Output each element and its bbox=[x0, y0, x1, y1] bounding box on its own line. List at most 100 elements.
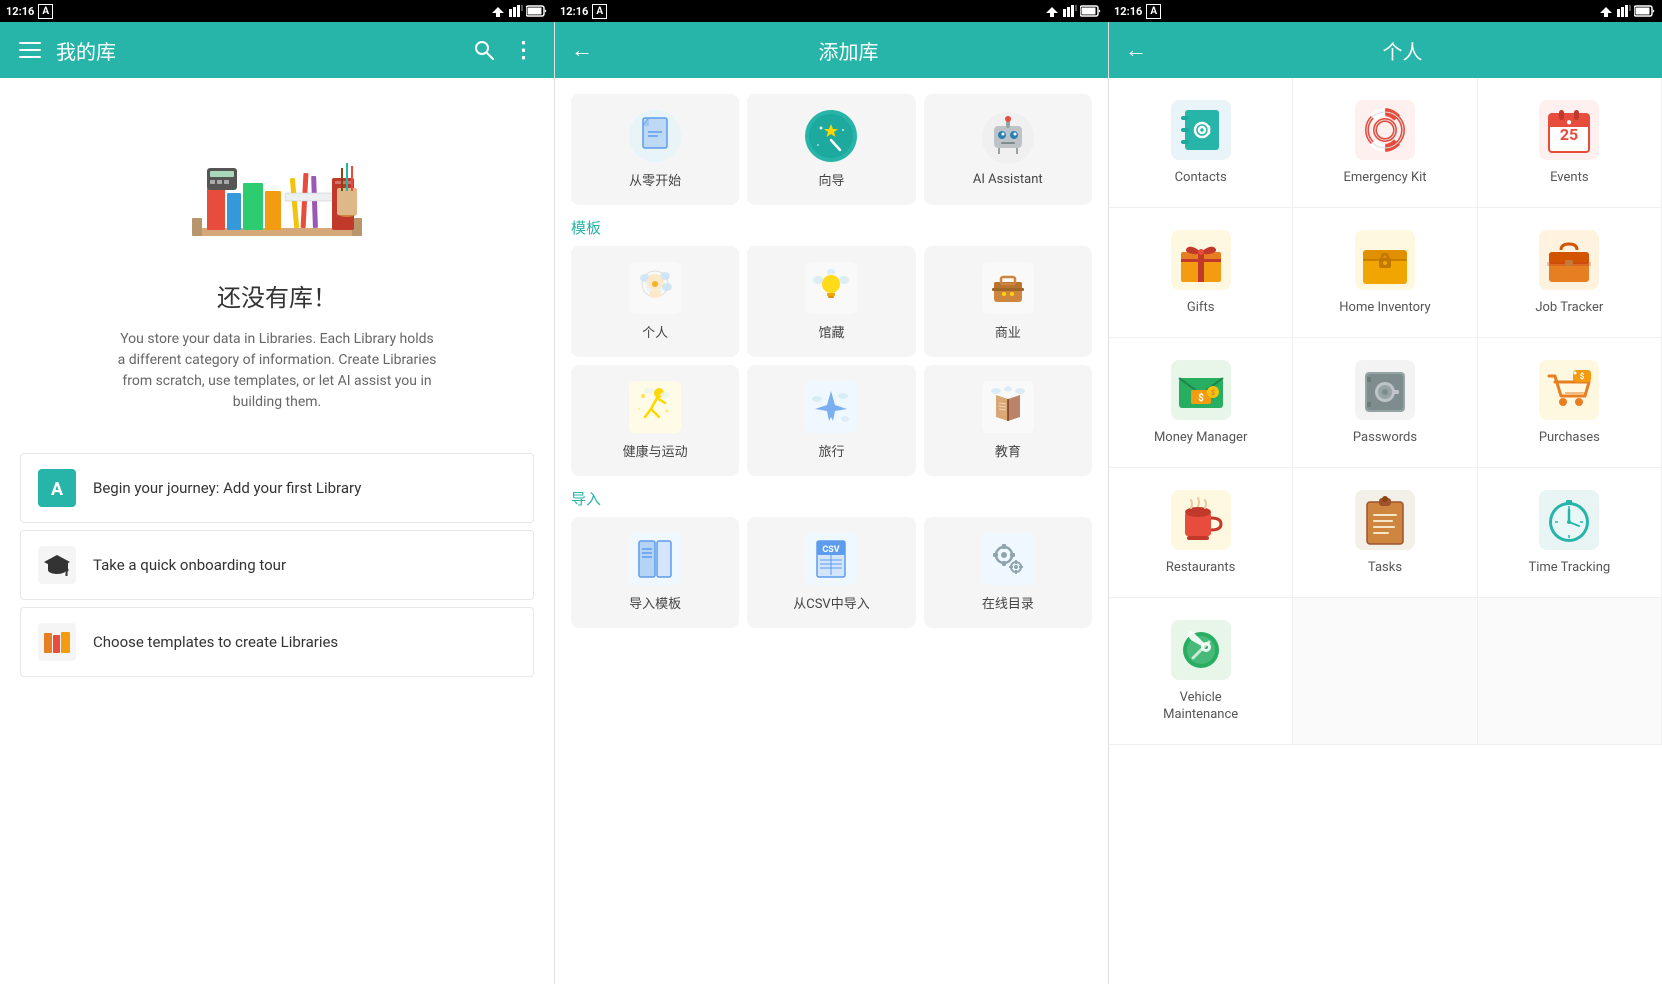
passwords-label: Passwords bbox=[1353, 430, 1417, 447]
travel-icon bbox=[805, 381, 857, 433]
import-row: 导入模板 CSV bbox=[571, 517, 1092, 628]
passwords-icon bbox=[1353, 358, 1417, 422]
job-tracker-icon bbox=[1537, 228, 1601, 292]
restaurants-template[interactable]: Restaurants bbox=[1109, 468, 1293, 598]
gifts-label: Gifts bbox=[1187, 300, 1215, 317]
ai-icon bbox=[982, 112, 1034, 164]
template-row-2: 健康与运动 旅行 bbox=[571, 365, 1092, 476]
contacts-icon bbox=[1169, 98, 1233, 162]
health-icon bbox=[629, 381, 681, 433]
onboarding-tour-action[interactable]: Take a quick onboarding tour bbox=[20, 530, 534, 600]
personal-templates-panel: ← 个人 bbox=[1108, 22, 1662, 984]
collection-template-card[interactable]: 馆藏 bbox=[747, 246, 915, 357]
wizard-icon bbox=[805, 110, 857, 162]
top-cards: 从零开始 bbox=[571, 94, 1092, 205]
panel1-title: 我的库 bbox=[56, 36, 458, 65]
panel1-body: 还没有库！ You store your data in Libraries. … bbox=[0, 78, 554, 984]
back-button-panel2[interactable]: ← bbox=[571, 37, 593, 63]
panel3-title: 个人 bbox=[1159, 36, 1646, 65]
emergency-template[interactable]: Emergency Kit bbox=[1293, 78, 1477, 208]
emergency-label: Emergency Kit bbox=[1343, 170, 1426, 187]
csv-import-card[interactable]: CSV 从CSV中导入 bbox=[747, 517, 915, 628]
graduation-icon bbox=[37, 545, 77, 585]
home-inventory-template[interactable]: Home Inventory bbox=[1293, 208, 1477, 338]
education-template-card[interactable]: 教育 bbox=[924, 365, 1092, 476]
svg-text:A: A bbox=[51, 479, 64, 500]
purchases-template[interactable]: $ Purchases bbox=[1478, 338, 1662, 468]
personal-label: 个人 bbox=[642, 322, 668, 341]
template-grid: Contacts bbox=[1109, 78, 1662, 745]
time-2: 12:16 bbox=[560, 5, 588, 18]
csv-label: 从CSV中导入 bbox=[793, 593, 869, 612]
emergency-icon bbox=[1353, 98, 1417, 162]
time-3: 12:16 bbox=[1114, 5, 1142, 18]
ai-assistant-card[interactable]: AI Assistant bbox=[924, 94, 1092, 205]
gifts-template[interactable]: Gifts bbox=[1109, 208, 1293, 338]
empty-illustration bbox=[167, 128, 387, 258]
svg-text:$: $ bbox=[1211, 389, 1215, 397]
collection-label: 馆藏 bbox=[818, 322, 844, 341]
vehicle-maintenance-label: Vehicle Maintenance bbox=[1163, 690, 1238, 724]
search-icon[interactable] bbox=[470, 36, 498, 64]
business-icon bbox=[982, 262, 1034, 314]
from-scratch-card[interactable]: 从零开始 bbox=[571, 94, 739, 205]
online-catalog-card[interactable]: 在线目录 bbox=[924, 517, 1092, 628]
passwords-template[interactable]: Passwords bbox=[1293, 338, 1477, 468]
events-label: Events bbox=[1550, 170, 1588, 187]
money-manager-template[interactable]: $ $ Money Manager bbox=[1109, 338, 1293, 468]
events-template[interactable]: ● 25 Events bbox=[1478, 78, 1662, 208]
panel2-title: 添加库 bbox=[605, 36, 1092, 65]
menu-icon[interactable] bbox=[16, 36, 44, 64]
onboarding-label: Take a quick onboarding tour bbox=[93, 556, 286, 574]
scratch-icon bbox=[629, 110, 681, 162]
travel-template-card[interactable]: 旅行 bbox=[747, 365, 915, 476]
import-template-card[interactable]: 导入模板 bbox=[571, 517, 739, 628]
vehicle-maintenance-icon bbox=[1169, 618, 1233, 682]
travel-label: 旅行 bbox=[818, 441, 844, 460]
time-tracking-template[interactable]: Time Tracking bbox=[1478, 468, 1662, 598]
health-template-card[interactable]: 健康与运动 bbox=[571, 365, 739, 476]
books-icon bbox=[37, 622, 77, 662]
contacts-template[interactable]: Contacts bbox=[1109, 78, 1293, 208]
tasks-template[interactable]: Tasks bbox=[1293, 468, 1477, 598]
home-inventory-label: Home Inventory bbox=[1339, 300, 1430, 317]
home-inventory-icon bbox=[1353, 228, 1417, 292]
template-section-label: 模板 bbox=[571, 217, 1092, 238]
vehicle-maintenance-template[interactable]: Vehicle Maintenance bbox=[1109, 598, 1293, 745]
svg-text:25: 25 bbox=[1560, 125, 1578, 144]
add-library-label: Begin your journey: Add your first Libra… bbox=[93, 479, 361, 497]
job-tracker-template[interactable]: Job Tracker bbox=[1478, 208, 1662, 338]
time-tracking-label: Time Tracking bbox=[1528, 560, 1610, 577]
back-button-panel3[interactable]: ← bbox=[1125, 37, 1147, 63]
import-section-label: 导入 bbox=[571, 488, 1092, 509]
templates-label: Choose templates to create Libraries bbox=[93, 633, 338, 651]
panel3-body: Contacts bbox=[1109, 78, 1662, 984]
csv-icon: CSV bbox=[805, 533, 857, 585]
business-label: 商业 bbox=[995, 322, 1021, 341]
add-library-panel: ← 添加库 bbox=[554, 22, 1108, 984]
tasks-label: Tasks bbox=[1368, 560, 1402, 577]
personal-icon bbox=[629, 262, 681, 314]
panel2-toolbar: ← 添加库 bbox=[555, 22, 1108, 78]
templates-action[interactable]: Choose templates to create Libraries bbox=[20, 607, 534, 677]
money-manager-icon: $ $ bbox=[1169, 358, 1233, 422]
import-template-label: 导入模板 bbox=[629, 593, 681, 612]
svg-text:$: $ bbox=[1198, 391, 1204, 404]
add-library-icon: A bbox=[37, 468, 77, 508]
gifts-icon bbox=[1169, 228, 1233, 292]
import-template-icon bbox=[629, 533, 681, 585]
add-library-action[interactable]: A Begin your journey: Add your first Lib… bbox=[20, 453, 534, 523]
tasks-icon bbox=[1353, 488, 1417, 552]
action-list: A Begin your journey: Add your first Lib… bbox=[20, 453, 534, 683]
collection-icon bbox=[805, 262, 857, 314]
business-template-card[interactable]: 商业 bbox=[924, 246, 1092, 357]
panel1-toolbar: 我的库 ⋮ bbox=[0, 22, 554, 78]
money-manager-label: Money Manager bbox=[1154, 430, 1247, 447]
empty-cell-2 bbox=[1478, 598, 1662, 745]
purchases-icon: $ bbox=[1537, 358, 1601, 422]
more-icon[interactable]: ⋮ bbox=[510, 36, 538, 64]
personal-template-card[interactable]: 个人 bbox=[571, 246, 739, 357]
ai-label: AI Assistant bbox=[973, 172, 1043, 187]
education-label: 教育 bbox=[995, 441, 1021, 460]
wizard-card[interactable]: 向导 bbox=[747, 94, 915, 205]
